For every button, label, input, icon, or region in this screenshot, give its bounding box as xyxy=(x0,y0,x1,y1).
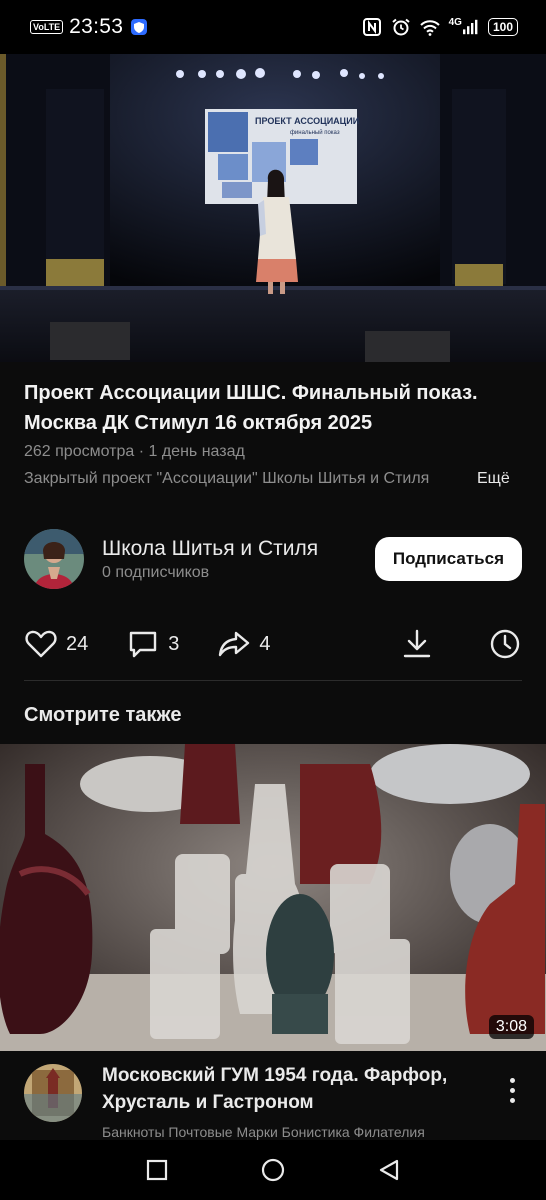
related-video-info[interactable]: Московский ГУМ 1954 года. Фарфор, Хруста… xyxy=(24,1062,522,1140)
comment-count: 3 xyxy=(168,632,180,655)
more-options-icon[interactable] xyxy=(502,1062,522,1140)
video-player[interactable]: ПРОЕКТ АССОЦИАЦИИ финальный показ xyxy=(0,54,546,362)
screen-subtitle: финальный показ xyxy=(290,129,340,136)
related-video-thumbnail[interactable]: 3:08 xyxy=(0,744,546,1051)
description-row[interactable]: Закрытый проект "Ассоциации" Школы Шитья… xyxy=(24,470,524,488)
channel-avatar[interactable] xyxy=(24,529,84,589)
comment-button[interactable]: 3 xyxy=(126,627,179,661)
clock: 23:53 xyxy=(69,15,124,38)
network-type: 4G xyxy=(448,17,462,28)
video-title: Проект Ассоциации ШШС. Финальный показ. … xyxy=(24,382,478,434)
alarm-icon xyxy=(391,18,410,36)
thumbnail-image xyxy=(0,744,546,1051)
download-icon[interactable] xyxy=(400,627,434,661)
channel-subscribers: 0 подписчиков xyxy=(102,563,210,581)
back-icon[interactable] xyxy=(377,1158,401,1182)
nfc-icon xyxy=(362,18,381,36)
recents-icon[interactable] xyxy=(145,1158,169,1182)
subscribe-button[interactable]: Подписаться xyxy=(374,537,522,581)
share-button[interactable]: 4 xyxy=(217,627,271,661)
heart-icon xyxy=(25,630,57,658)
status-bar: VoLTE 23:53 4G 100 xyxy=(0,0,546,54)
related-video-title[interactable]: Московский ГУМ 1954 года. Фарфор, Хруста… xyxy=(102,1062,488,1116)
battery-level: 100 xyxy=(492,20,513,34)
section-title: Смотрите также xyxy=(24,704,182,726)
divider xyxy=(24,680,522,681)
home-icon[interactable] xyxy=(261,1158,285,1182)
screen-title: ПРОЕКТ АССОЦИАЦИИ xyxy=(255,116,359,126)
comment-icon xyxy=(130,631,157,658)
share-count: 4 xyxy=(259,632,271,655)
vpn-icon xyxy=(131,19,148,35)
signal-icon xyxy=(462,19,478,35)
channel-name[interactable]: Школа Шитья и Стиля xyxy=(102,537,334,561)
video-duration: 3:08 xyxy=(488,1015,534,1039)
more-button[interactable]: Ещё xyxy=(477,470,510,488)
volte-indicator: VoLTE xyxy=(30,20,64,34)
like-count: 24 xyxy=(66,632,89,655)
video-description: Закрытый проект "Ассоциации" Школы Шитья… xyxy=(24,470,430,487)
actions-bar: 24 3 4 xyxy=(24,622,522,666)
related-channel-name[interactable]: Банкноты Почтовые Марки Бонистика Филате… xyxy=(102,1124,488,1140)
system-nav-bar xyxy=(0,1140,546,1200)
channel-row: Школа Шитья и Стиля 0 подписчиков Подпис… xyxy=(24,528,522,590)
video-meta: 262 просмотра · 1 день назад xyxy=(24,443,245,460)
video-frame: ПРОЕКТ АССОЦИАЦИИ финальный показ xyxy=(0,54,546,362)
related-channel-avatar[interactable] xyxy=(24,1064,82,1122)
share-icon xyxy=(219,631,250,657)
wifi-icon xyxy=(419,20,440,36)
clock-icon[interactable] xyxy=(488,627,522,661)
like-button[interactable]: 24 xyxy=(24,627,88,661)
battery-icon: 100 xyxy=(487,18,518,36)
